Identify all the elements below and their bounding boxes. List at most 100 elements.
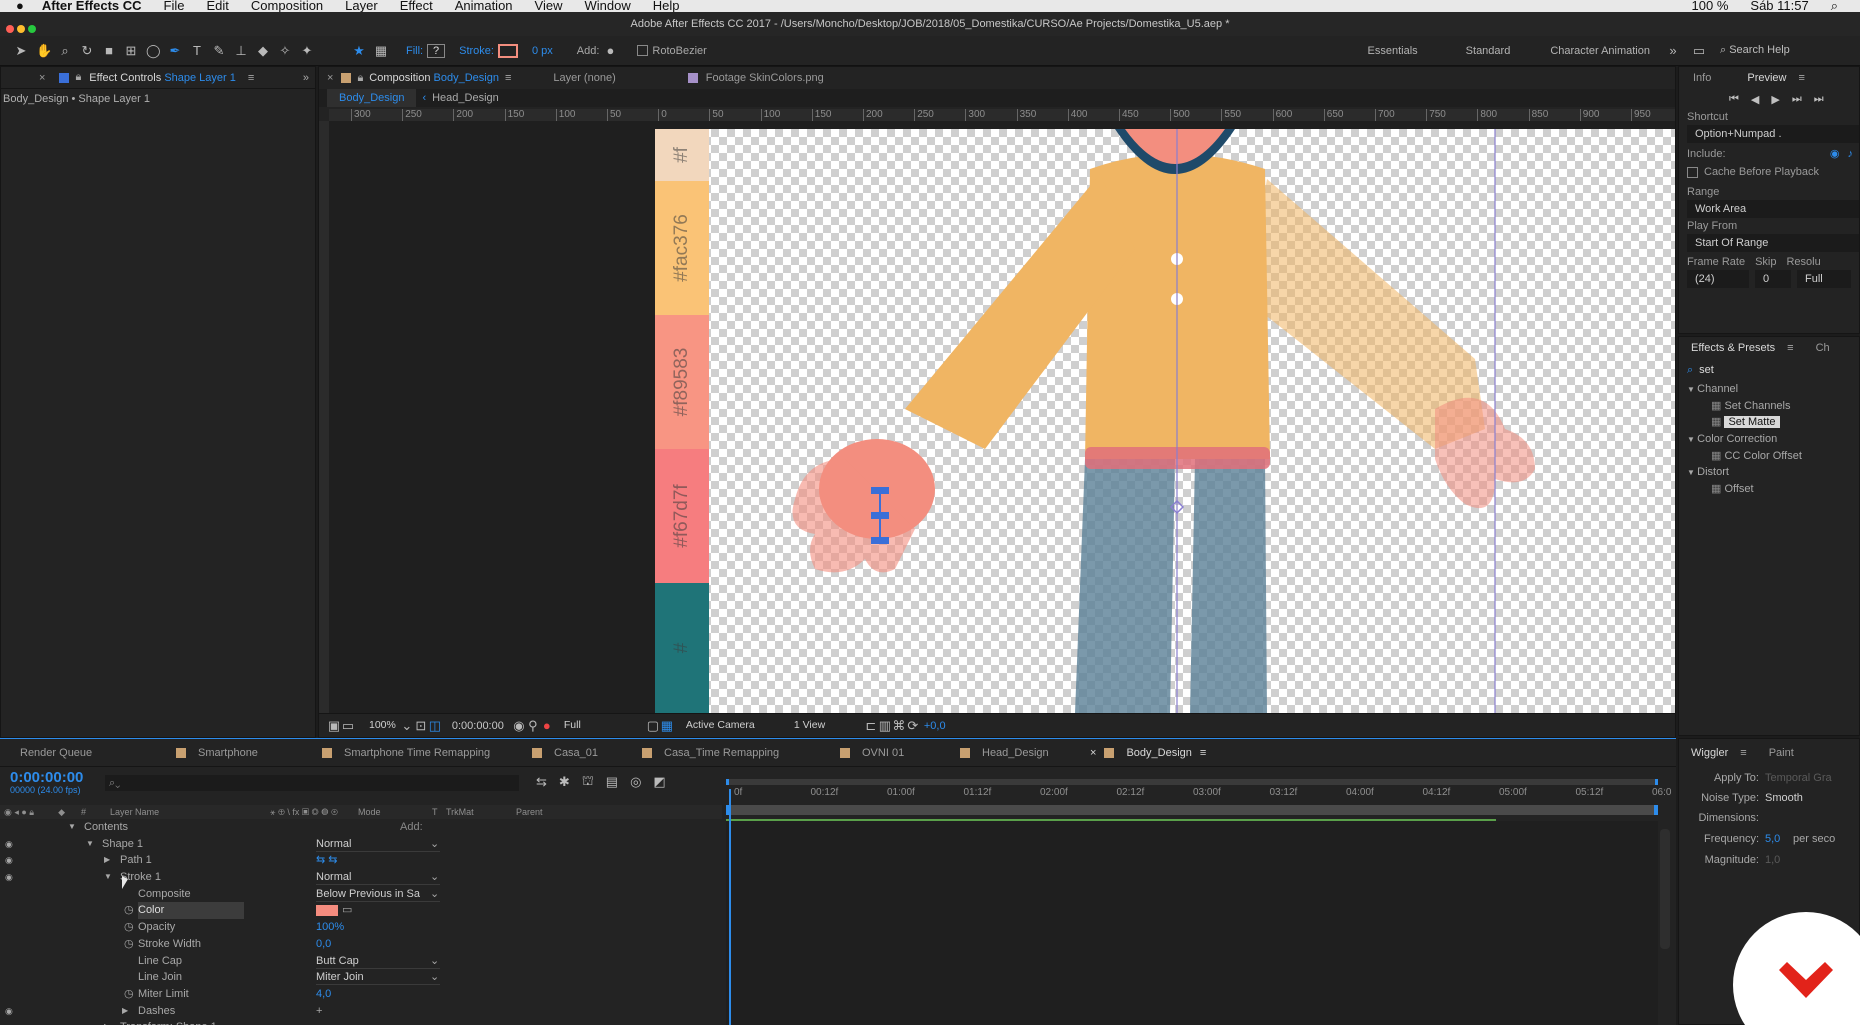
tab-composition[interactable]: Composition Body_Design — [369, 67, 505, 89]
disclosure-triangle-icon[interactable]: ▼ — [1687, 435, 1697, 444]
effects-search-field[interactable]: ⌕ set — [1687, 361, 1859, 379]
draft-3d-icon[interactable]: ✱ — [559, 774, 570, 790]
chevron-down-icon[interactable]: ⌄ — [430, 969, 439, 986]
frame-rate-dropdown[interactable]: (24) — [1687, 270, 1749, 288]
zoom-tool-icon[interactable]: ⌕ — [58, 43, 72, 58]
os-menu-animation[interactable]: Animation — [455, 0, 513, 12]
layer-property-row[interactable]: ◉ ▼ Stroke 1 Normal ⌄ — [0, 869, 722, 886]
pen-tool-icon[interactable]: ✒ — [168, 43, 182, 58]
comp-viewer[interactable]: #f #fac376 #f89583 #f67d7f # — [655, 129, 1675, 713]
brush-tool-icon[interactable]: ✎ — [212, 43, 226, 58]
disclosure-triangle-icon[interactable]: ▼ — [86, 836, 94, 853]
work-area-bar[interactable] — [726, 805, 1658, 815]
shortcut-dropdown[interactable]: Option+Numpad . — [1687, 125, 1859, 143]
tab-effects-presets[interactable]: Effects & Presets — [1679, 337, 1787, 359]
include-audio-icon[interactable]: ♪ — [1848, 148, 1854, 160]
snapshot-icon[interactable]: ◉ — [512, 718, 526, 733]
path-shape-icons[interactable]: ⇆ ⇆ — [316, 852, 338, 869]
layer-property-row[interactable]: ◷ Miter Limit 4,0 — [0, 986, 722, 1003]
selection-tool-icon[interactable]: ➤ — [14, 43, 28, 58]
property-dropdown[interactable]: Normal — [316, 870, 440, 886]
property-dropdown[interactable]: Miter Join — [316, 970, 440, 986]
tab-preview[interactable]: Preview — [1723, 67, 1798, 89]
camera-view-dropdown[interactable]: Active Camera — [682, 719, 790, 733]
skip-dropdown[interactable]: 0 — [1755, 270, 1791, 288]
property-dropdown[interactable]: Normal — [316, 837, 440, 852]
preview-resolution-dropdown[interactable]: Full — [1797, 270, 1851, 288]
effects-item[interactable]: ▦ Set Matte — [1687, 414, 1859, 431]
flow-current-comp[interactable]: Body_Design — [327, 89, 417, 107]
workspace-standard[interactable]: Standard — [1454, 45, 1523, 57]
lock-icon[interactable]: 🔒︎ — [357, 72, 363, 85]
eyedropper-icon[interactable]: ▭ — [342, 902, 352, 919]
property-value[interactable]: 4,0 — [316, 986, 331, 1003]
star-icon[interactable]: ★ — [352, 43, 366, 58]
effects-category[interactable]: ▼ Color Correction — [1687, 431, 1859, 448]
layer-property-row[interactable]: Line Join Miter Join ⌄ — [0, 969, 722, 986]
disclosure-triangle-icon[interactable]: ▼ — [104, 869, 112, 886]
view-layout-dropdown[interactable]: 1 View — [790, 719, 864, 733]
type-tool-icon[interactable]: T — [190, 43, 204, 58]
spotlight-icon[interactable]: ⌕ — [1831, 0, 1838, 12]
timeline-tab[interactable]: Smartphone Time Remapping — [302, 742, 512, 764]
search-help[interactable]: ⌕ Search Help — [1720, 44, 1860, 57]
layer-property-row[interactable]: ◷ Opacity 100% — [0, 919, 722, 936]
os-menu-composition[interactable]: Composition — [251, 0, 323, 12]
panel-menu-icon[interactable]: ≡ — [248, 72, 254, 84]
disclosure-triangle-icon[interactable]: ▼ — [68, 819, 76, 836]
graph-editor-icon[interactable]: ◩ — [653, 774, 665, 790]
panel-menu-icon[interactable]: ≡ — [1200, 742, 1206, 764]
timeline-current-time[interactable]: 0:00:00:00 00000 (24.00 fps) — [10, 769, 83, 795]
chevron-down-icon[interactable]: ⌄ — [430, 869, 439, 886]
pan-behind-tool-icon[interactable]: ⊞ — [124, 43, 138, 58]
stopwatch-icon[interactable]: ◷ — [124, 919, 134, 936]
tab-footage[interactable]: Footage SkinColors.png — [704, 67, 836, 89]
clone-stamp-icon[interactable]: ⊥ — [234, 43, 248, 58]
transparency-grid-icon[interactable]: ▦ — [660, 718, 674, 733]
workspace-essentials[interactable]: Essentials — [1356, 45, 1430, 57]
timeline-tab[interactable]: × Body_Design ≡ — [1070, 742, 1220, 764]
timeline-tab[interactable]: Head_Design — [940, 742, 1070, 764]
resolution-dropdown[interactable]: Full — [560, 719, 646, 733]
magnification-dropdown[interactable]: 100% — [365, 719, 400, 733]
chevron-down-icon[interactable]: ⌄ — [430, 953, 439, 970]
rotobezier-checkbox[interactable] — [637, 45, 649, 56]
visibility-eye-icon[interactable]: ◉ — [5, 852, 13, 869]
flowchart-icon[interactable]: ⌘ — [892, 718, 906, 733]
layer-property-row[interactable]: ◉ ▼ Shape 1 Normal ⌄ — [0, 836, 722, 853]
col-layer-name[interactable]: Layer Name — [110, 807, 270, 817]
close-tab-icon[interactable]: × — [1090, 742, 1096, 764]
os-menu-layer[interactable]: Layer — [345, 0, 378, 12]
ellipse-tool-icon[interactable]: ◯ — [146, 43, 161, 58]
layer-property-row[interactable]: ▼ Contents Add: — [0, 819, 722, 836]
shy-layers-icon[interactable]: ⛫ — [582, 773, 594, 791]
disclosure-triangle-icon[interactable]: ▶ — [104, 1019, 110, 1025]
property-value[interactable]: 0,0 — [316, 936, 331, 953]
timeline-tracks[interactable] — [726, 821, 1658, 1025]
layer-property-row[interactable]: ◉ ▶ Dashes + — [0, 1003, 722, 1020]
layer-property-row[interactable]: ◷ Color ▭ — [0, 902, 722, 920]
workspace-character-animation[interactable]: Character Animation — [1538, 45, 1662, 57]
apple-icon[interactable]: ● — [16, 0, 24, 12]
close-tab-icon[interactable]: × — [327, 72, 333, 84]
os-menu-effect[interactable]: Effect — [400, 0, 433, 12]
add-circle-icon[interactable]: ● — [603, 43, 617, 58]
layer-property-row[interactable]: Composite Below Previous in Sa ⌄ — [0, 886, 722, 903]
tab-character[interactable]: Ch — [1794, 337, 1842, 359]
os-menu-help[interactable]: Help — [653, 0, 680, 12]
chevron-down-icon[interactable]: ⌄ — [430, 886, 439, 903]
fast-draft-icon[interactable]: ▥ — [878, 718, 892, 733]
roto-brush-icon[interactable]: ✧ — [278, 43, 292, 58]
stopwatch-icon[interactable]: ◷ — [124, 986, 134, 1003]
tab-layer[interactable]: Layer (none) — [541, 67, 627, 89]
stroke-swatch[interactable] — [497, 43, 518, 58]
stopwatch-icon[interactable]: ◷ — [124, 902, 134, 919]
timeline-search-field[interactable]: ⌕⌄ — [105, 775, 519, 791]
exposure-reset-icon[interactable]: ⟳ — [906, 718, 920, 733]
lock-icon[interactable]: 🔒︎ — [75, 71, 81, 84]
time-ruler[interactable]: 0f 00:12f 01:00f 01:12f 02:00f 02:12f 03:00f 03… — [726, 779, 1671, 819]
mask-visibility-icon[interactable]: ◫ — [428, 718, 442, 733]
visibility-eye-icon[interactable]: ◉ — [5, 1003, 13, 1020]
effects-item[interactable]: ▦ Set Channels — [1687, 398, 1859, 415]
region-of-interest-icon[interactable]: ▢ — [646, 718, 660, 733]
